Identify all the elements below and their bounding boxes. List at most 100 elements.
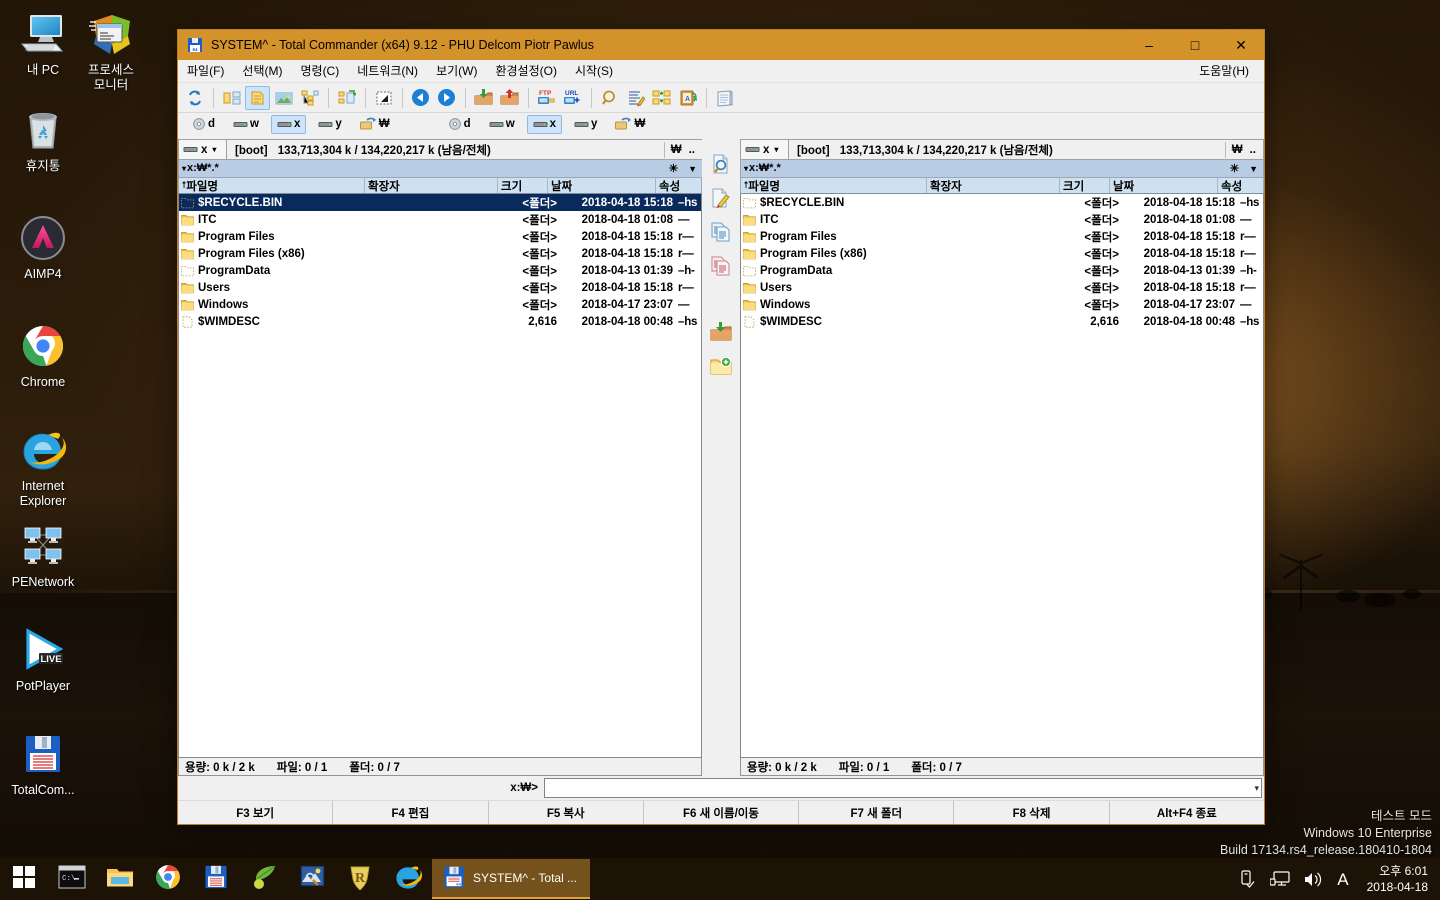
drive-button-y-right[interactable]: y [568,115,603,134]
column-attr[interactable]: 속성 [656,178,701,193]
table-row[interactable]: Program Files (x86) <폴더> 2018-04-18 15:18 r… [179,245,701,262]
fkey-f6-rename[interactable]: F6 새 이름/이동 [644,801,800,824]
column-extension[interactable]: 확장자 [365,178,498,193]
move-file-button[interactable] [708,253,734,279]
fkey-f4-edit[interactable]: F4 편집 [333,801,489,824]
drive-button-x[interactable]: x [270,114,307,134]
system-tray[interactable]: A 오후 6:01 2018-04-18 [1239,863,1440,895]
full-view-button[interactable] [245,85,270,110]
command-line-input[interactable] [549,782,1252,794]
taskbar[interactable]: C:\ R 64 SYSTEM^ - Total ... A 오후 6:01 2… [0,858,1440,900]
table-row[interactable]: Program Files <폴더> 2018-04-18 15:18 r— [741,228,1263,245]
taskbar-imageviewer[interactable] [288,858,336,900]
right-tab-strip[interactable]: ▾ x:₩*.* ✳ ▼ [740,160,1264,177]
clipboard-button[interactable]: A [675,86,700,110]
drive-button-network[interactable]: ₩ [354,115,396,134]
column-extension[interactable]: 확장자 [927,178,1060,193]
column-size[interactable]: 크기 [498,178,548,193]
taskbar-active-window[interactable]: 64 SYSTEM^ - Total ... [432,859,590,899]
left-drive-selector[interactable]: x ▾ [179,140,227,159]
desktop[interactable]: 내 PC 프로세스 모니터 휴지통 AIMP4 Chrome Internet … [0,0,1440,900]
total-commander-window[interactable]: 64 SYSTEM^ - Total Commander (x64) 9.12 … [178,30,1264,824]
branch-view-button[interactable] [334,86,359,110]
menubar[interactable]: 파일(F) 선택(M) 명령(C) 네트워크(N) 보기(W) 환경설정(O) … [178,60,1264,83]
left-column-header[interactable]: ⭡ 파일명 확장자 크기 날짜 속성 [178,177,702,194]
tree-view-button[interactable] [297,86,322,110]
table-row[interactable]: ProgramData <폴더> 2018-04-13 01:39 –h- [179,262,701,279]
taskbar-r-app[interactable]: R [336,858,384,900]
new-folder-button[interactable] [708,353,734,379]
right-panel[interactable]: x ▾ [boot] 133,713,304 k / 134,220,217 k… [740,139,1264,776]
desktop-icon-penetwork[interactable]: PENetwork [0,520,86,590]
chevron-down-icon[interactable]: ▾ [1251,783,1259,794]
command-line-row[interactable]: x:₩> ▾ [178,776,1264,800]
column-date[interactable]: 날짜 [1110,178,1218,193]
right-tab-menu-icon[interactable]: ▼ [1244,164,1263,174]
desktop-icon-potplayer[interactable]: LIVE PotPlayer [0,624,86,694]
drive-button-d-right[interactable]: d [442,115,477,134]
column-size[interactable]: 크기 [1060,178,1110,193]
right-drive-selector[interactable]: x ▾ [741,140,789,159]
edit-file-button[interactable] [708,185,734,211]
table-row[interactable]: Windows <폴더> 2018-04-17 23:07 — [741,296,1263,313]
menu-start[interactable]: 시작(S) [566,59,622,83]
taskbar-leaf-app[interactable] [240,858,288,900]
table-row[interactable]: Program Files (x86) <폴더> 2018-04-18 15:18 r… [741,245,1263,262]
taskbar-cmd[interactable]: C:\ [48,858,96,900]
volume-icon[interactable] [1304,871,1323,888]
pack-button[interactable] [471,86,496,110]
back-button[interactable] [408,86,433,110]
right-tab-active[interactable]: ▾ x:₩*.* [741,160,787,177]
left-branch-icon[interactable]: ✳ [664,162,683,175]
drive-button-w[interactable]: w [227,115,265,134]
ftp-connect-button[interactable]: FTP [534,86,559,110]
taskbar-totalcmd[interactable] [192,858,240,900]
column-date[interactable]: 날짜 [548,178,656,193]
left-panel[interactable]: x ▾ [boot] 133,713,304 k / 134,220,217 k… [178,139,702,776]
menu-help[interactable]: 도움말(H) [1190,59,1258,83]
menu-select[interactable]: 선택(M) [233,59,291,83]
taskbar-ie[interactable] [384,858,432,900]
menu-config[interactable]: 환경설정(O) [486,59,566,83]
right-root-button[interactable]: ₩ [1226,144,1249,156]
left-tab-menu-icon[interactable]: ▼ [683,164,702,174]
input-language-icon[interactable]: A [1337,871,1348,888]
table-row[interactable]: Users <폴더> 2018-04-18 15:18 r— [179,279,701,296]
table-row[interactable]: $WIMDESC 2,616 2018-04-18 00:48 –hs [179,313,701,330]
taskbar-explorer[interactable] [96,858,144,900]
desktop-icon-process-monitor[interactable]: 프로세스 모니터 [68,8,154,93]
drive-button-d[interactable]: d [186,115,221,134]
right-branch-icon[interactable]: ✳ [1225,162,1244,175]
column-attr[interactable]: 속성 [1218,178,1263,193]
view-file-button[interactable] [708,151,734,177]
left-tab-active[interactable]: ▾ x:₩*.* [179,160,225,177]
ftp-url-button[interactable]: URL [560,86,585,110]
start-button[interactable] [0,858,48,900]
usb-eject-icon[interactable] [1239,869,1256,889]
pack-files-button[interactable] [708,319,734,345]
quick-view-button[interactable] [371,86,396,110]
menu-command[interactable]: 명령(C) [291,59,348,83]
table-row[interactable]: ITC <폴더> 2018-04-18 01:08 — [179,211,701,228]
taskbar-clock[interactable]: 오후 6:01 2018-04-18 [1363,863,1428,895]
table-row[interactable]: ProgramData <폴더> 2018-04-13 01:39 –h- [741,262,1263,279]
forward-button[interactable] [434,86,459,110]
drive-button-row-left[interactable]: d w x y ₩ [178,113,396,135]
desktop-icon-recycle-bin[interactable]: 휴지통 [0,104,86,174]
search-button[interactable] [597,86,622,110]
desktop-icon-chrome[interactable]: Chrome [0,320,86,390]
drive-button-row-right[interactable]: d w x y ₩ [434,113,652,135]
drive-button-network-right[interactable]: ₩ [609,115,651,134]
menu-file[interactable]: 파일(F) [178,59,233,83]
file-panes[interactable]: x ▾ [boot] 133,713,304 k / 134,220,217 k… [178,139,1264,776]
drive-button-w-right[interactable]: w [483,115,521,134]
window-titlebar[interactable]: 64 SYSTEM^ - Total Commander (x64) 9.12 … [178,30,1264,60]
fkey-f3-view[interactable]: F3 보기 [178,801,334,824]
right-up-button[interactable]: .. [1249,144,1263,156]
table-row[interactable]: ITC <폴더> 2018-04-18 01:08 — [741,211,1263,228]
left-root-button[interactable]: ₩ [665,144,688,156]
fkey-f5-copy[interactable]: F5 복사 [489,801,644,824]
close-button[interactable]: ✕ [1218,30,1264,60]
column-filename[interactable]: ⭡ 파일명 [179,178,365,193]
thumbnail-view-button[interactable] [271,86,296,110]
